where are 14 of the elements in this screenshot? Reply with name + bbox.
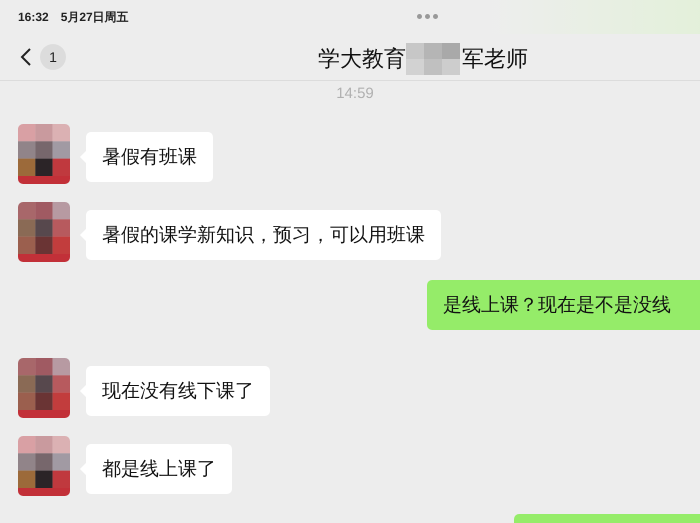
chat-title: 学大教育 — [318, 46, 406, 74]
message-timestamp: 14:59 — [336, 85, 374, 102]
message-text: 是线上课？现在是不是没线 — [443, 293, 671, 317]
message-text: 都是线上课了 — [102, 457, 216, 481]
chat-title: 军老师 — [462, 46, 528, 74]
back-icon[interactable] — [20, 47, 32, 67]
more-dots-icon[interactable] — [417, 14, 438, 19]
status-time: 16:32 — [18, 10, 49, 24]
status-date: 5月27日周五 — [60, 8, 129, 26]
message-text: 暑假有班课 — [102, 145, 197, 169]
message-text: 暑假的课学新知识，预习，可以用班课 — [102, 223, 425, 247]
message-text: 现在没有线下课了 — [102, 379, 254, 403]
unread-badge[interactable]: 1 — [40, 44, 66, 70]
redaction-block — [406, 43, 460, 75]
